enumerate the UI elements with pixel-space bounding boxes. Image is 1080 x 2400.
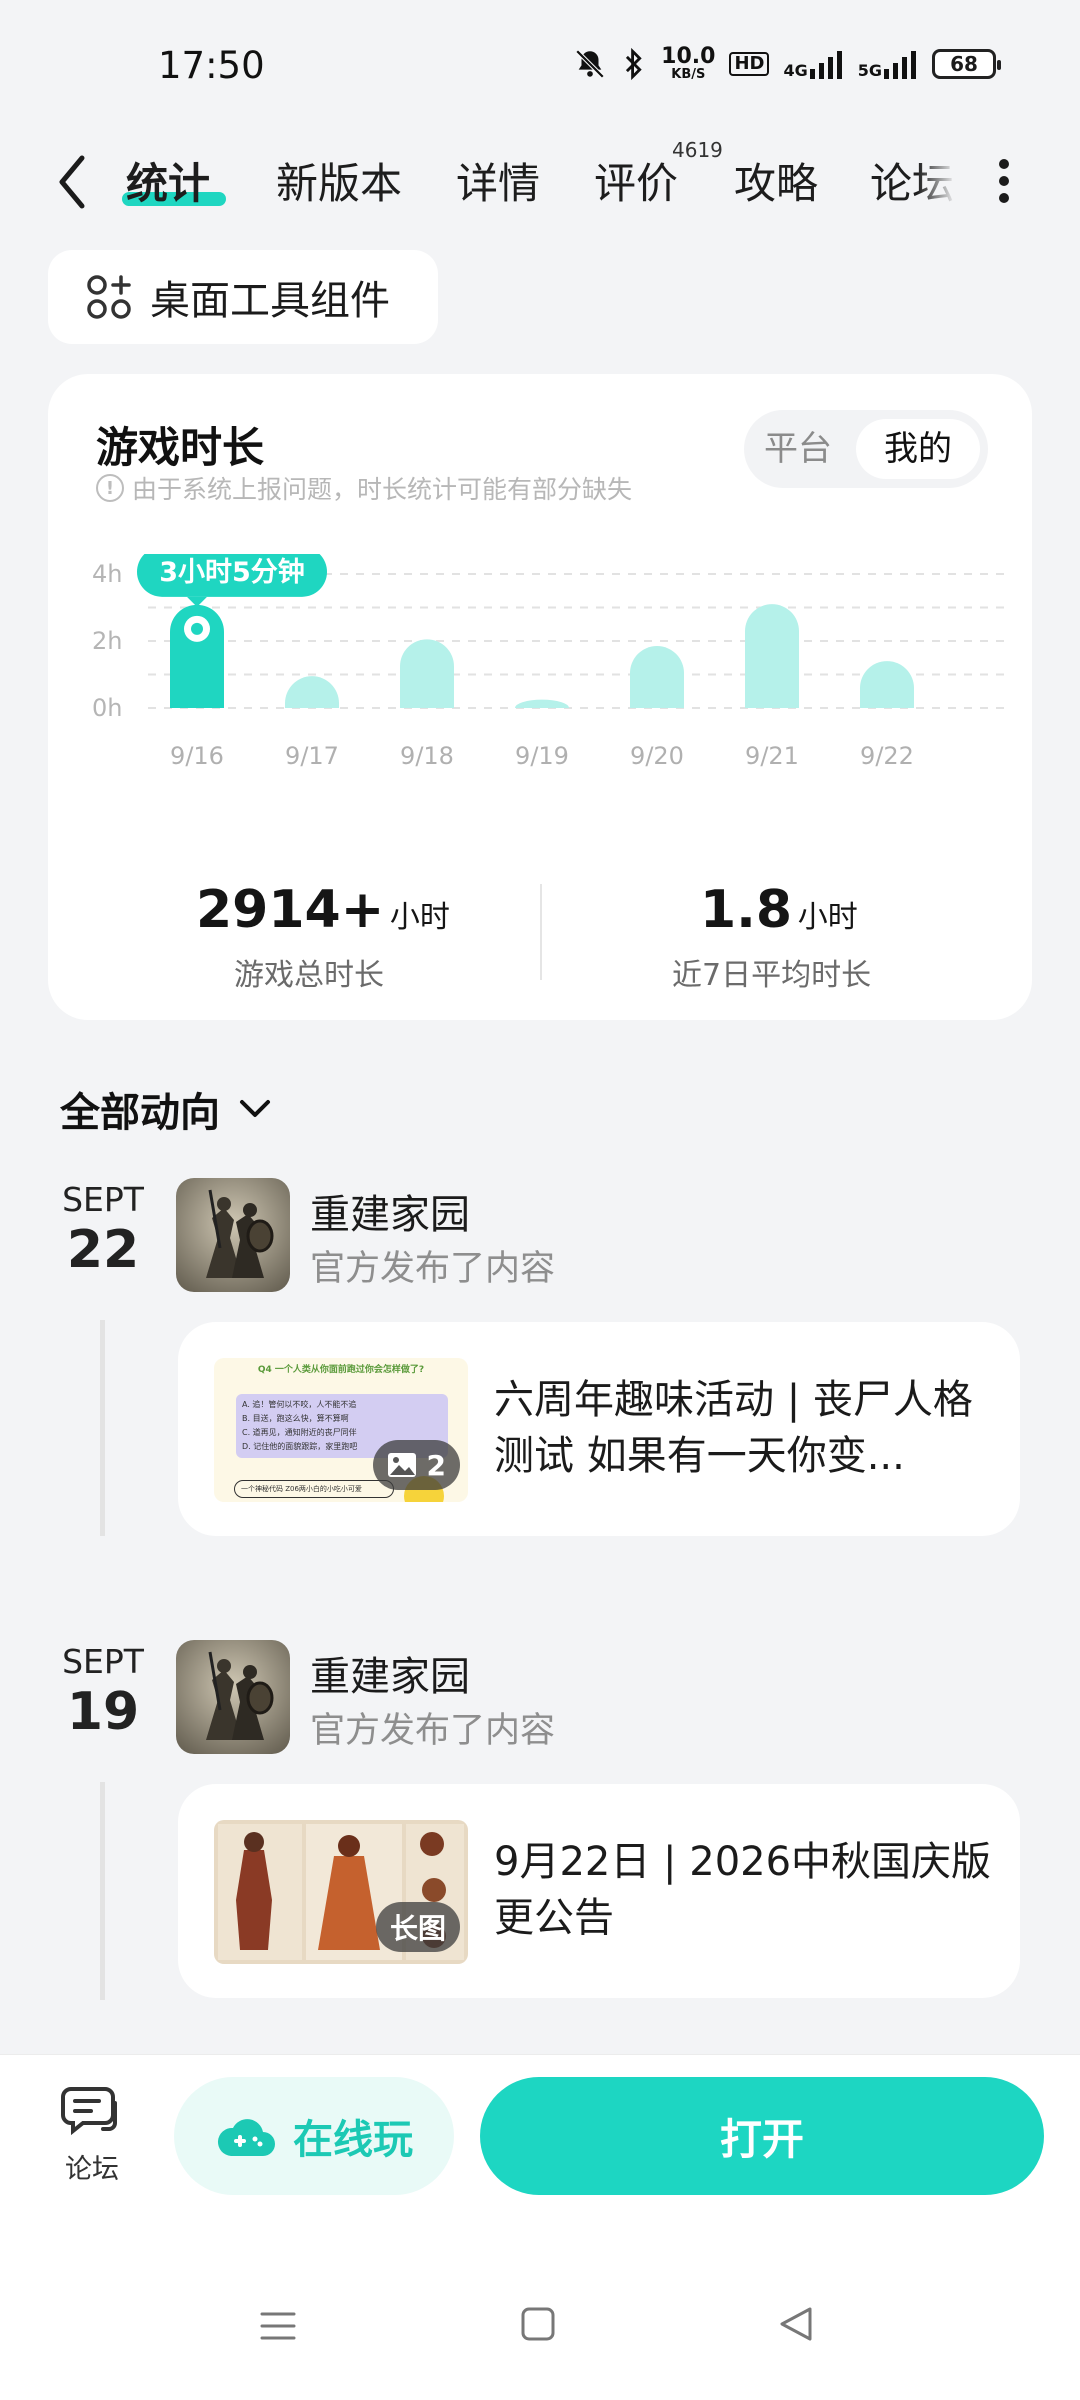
x-tick-label: 9/21 (745, 742, 799, 770)
highlight-marker-dot (191, 622, 203, 635)
card-note: ! 由于系统上报问题，时长统计可能有部分缺失 (96, 470, 632, 506)
tab-stats[interactable]: 统计 (126, 150, 210, 211)
card-note-text: 由于系统上报问题，时长统计可能有部分缺失 (132, 475, 633, 504)
thumb-footer: 一个神秘代码 Z06两小白的小吃小可爱 (234, 1480, 394, 1498)
status-icons: 10.0 KB/S HD 4G 5G 68 (573, 44, 1001, 82)
y-tick-label: 2h (92, 627, 122, 655)
system-nav-bar (0, 2254, 1080, 2400)
play-time-card: 游戏时长 ! 由于系统上报问题，时长统计可能有部分缺失 平台 我的 0h 2h 4h… (48, 374, 1032, 1020)
tooltip-pointer (187, 596, 207, 607)
forum-icon (61, 2087, 117, 2136)
card-title: 游戏时长 (96, 423, 265, 472)
image-icon (387, 1453, 416, 1477)
total-time-label: 游戏总时长 (234, 958, 384, 993)
desktop-widget-button[interactable]: 桌面工具组件 (48, 250, 438, 344)
top-tabs: 统计 新版本 详情 评价 4619 攻略 论坛 (0, 138, 1080, 220)
play-online-label: 在线玩 (293, 2117, 413, 2163)
game-name[interactable]: 重建家园 (310, 1182, 470, 1240)
post-card[interactable]: Q4 一个人类从你面前跑过你会怎样做了? A. 追！管何以不咬，人不能不追 B.… (178, 1322, 1020, 1536)
signal-4g-icon: 4G (783, 49, 843, 79)
activity-filter[interactable]: 全部动向 (60, 1080, 272, 1138)
image-count-badge: 2 (372, 1440, 460, 1490)
cloud-gamepad-icon (217, 2119, 275, 2156)
average-time-label: 近7日平均时长 (672, 958, 872, 993)
bar-9-18 (400, 639, 454, 708)
average-time-value: 1.8 小时 (700, 880, 858, 940)
y-tick-label: 4h (92, 560, 122, 588)
tab-new-version[interactable]: 新版本 (276, 150, 402, 211)
more-options-icon[interactable] (996, 156, 1012, 206)
chevron-down-icon (240, 1100, 270, 1117)
back-nav-icon[interactable] (776, 2304, 816, 2344)
tab-guides[interactable]: 攻略 (734, 150, 818, 211)
bar-9-17 (285, 676, 339, 708)
open-button[interactable]: 打开 (480, 2077, 1044, 2195)
x-tick-label: 9/17 (285, 742, 339, 770)
open-label: 打开 (719, 2114, 804, 2164)
timeline-line (100, 1782, 105, 2000)
platform-mine-toggle[interactable]: 平台 我的 (744, 410, 988, 488)
game-avatar[interactable] (176, 1640, 290, 1754)
signal-5g-icon: 5G (858, 49, 918, 79)
forum-button[interactable]: 论坛 (52, 2083, 132, 2186)
bottom-action-bar: 论坛 在线玩 打开 (0, 2054, 1080, 2254)
play-online-button[interactable]: 在线玩 (174, 2077, 454, 2195)
battery-icon: 68 (932, 49, 1001, 79)
x-tick-label: 9/18 (400, 742, 454, 770)
x-tick-label: 9/22 (860, 742, 914, 770)
game-subtitle: 官方发布了内容 (310, 1249, 556, 1289)
toggle-mine[interactable]: 我的 (856, 419, 980, 479)
entry-day: 19 (66, 1682, 140, 1742)
entry-day: 22 (66, 1220, 140, 1280)
thumb-caption: Q4 一个人类从你面前跑过你会怎样做了? (257, 1365, 425, 1375)
stat-divider (540, 884, 542, 980)
back-arrow-icon[interactable] (54, 152, 88, 212)
widgets-icon (87, 275, 131, 319)
activity-title: 全部动向 (60, 1090, 220, 1136)
status-time: 17:50 (158, 44, 265, 87)
menu-nav-icon[interactable] (258, 2306, 298, 2346)
play-time-chart: 0h 2h 4h 9/16 9/17 9/18 9/19 9/20 9/21 9/22 3小时5分钟 (92, 554, 1008, 770)
long-image-badge: 长图 (375, 1902, 460, 1952)
status-bar: 17:50 10.0 KB/S HD 4G 5G 68 (0, 0, 1080, 130)
post-title: 9月22日 | 2026中秋国庆版更公告 (494, 1839, 992, 1941)
x-tick-label: 9/19 (515, 742, 569, 770)
bar-9-22 (860, 661, 914, 708)
mute-bell-icon (575, 49, 605, 79)
x-tick-label: 9/16 (170, 742, 224, 770)
info-icon: ! (96, 474, 124, 502)
game-subtitle: 官方发布了内容 (310, 1711, 556, 1751)
bar-9-21 (745, 604, 799, 708)
total-time-value: 2914+ 小时 (196, 880, 450, 940)
game-name[interactable]: 重建家园 (310, 1644, 470, 1702)
post-thumbnail: Q4 一个人类从你面前跑过你会怎样做了? A. 追！管何以不咬，人不能不追 B.… (214, 1358, 468, 1502)
bar-9-19 (515, 699, 569, 708)
post-card[interactable]: 长图 9月22日 | 2026中秋国庆版更公告 (178, 1784, 1020, 1998)
tab-forum[interactable]: 论坛 (870, 150, 956, 211)
reviews-count-badge: 4619 (672, 138, 723, 162)
forum-label: 论坛 (65, 2154, 119, 2185)
timeline-line (100, 1320, 105, 1536)
tooltip-text: 3小时5分钟 (159, 557, 305, 588)
widget-button-label: 桌面工具组件 (150, 278, 390, 324)
toggle-platform[interactable]: 平台 (764, 419, 832, 479)
post-thumbnail: 长图 (214, 1820, 468, 1964)
tab-reviews[interactable]: 评价 (594, 150, 678, 211)
bar-9-20 (630, 646, 684, 708)
hd-badge: HD (729, 52, 770, 76)
entry-month: SEPT (62, 1180, 144, 1219)
tab-details[interactable]: 详情 (456, 150, 540, 211)
net-speed: 10.0 KB/S (661, 44, 716, 82)
entry-month: SEPT (62, 1642, 144, 1681)
bluetooth-icon (626, 47, 642, 81)
home-nav-icon[interactable] (518, 2304, 558, 2344)
post-title: 六周年趣味活动 | 丧尸人格测试 如果有一天你变... (494, 1377, 973, 1479)
game-avatar[interactable] (176, 1178, 290, 1292)
x-tick-label: 9/20 (630, 742, 684, 770)
y-tick-label: 0h (92, 694, 122, 722)
